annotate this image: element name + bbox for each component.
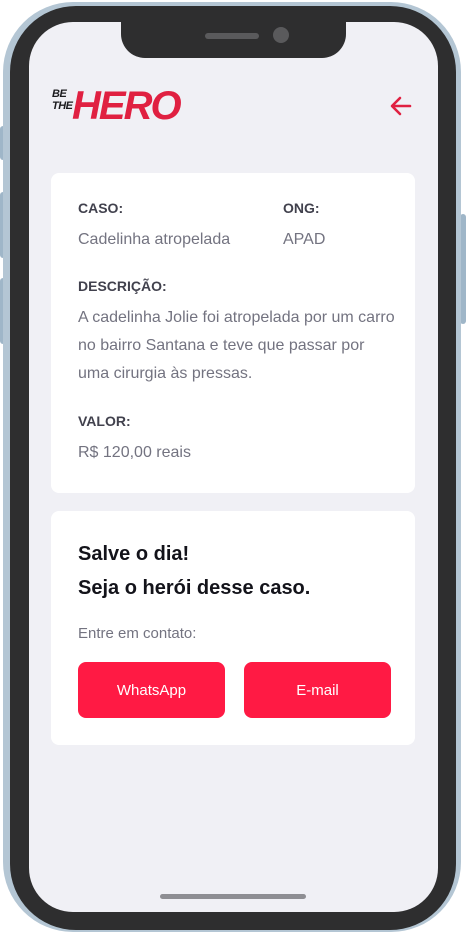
contact-card: Salve o dia! Seja o herói desse caso. En… — [51, 511, 415, 745]
logo-small-text: BE THE — [52, 88, 73, 112]
speaker — [205, 33, 259, 39]
notch — [121, 22, 346, 58]
description-value: A cadelinha Jolie foi atropelada por um … — [78, 309, 395, 382]
incident-card: CASO: Cadelinha atropelada ONG: APAD DES… — [51, 173, 415, 493]
arrow-left-icon — [390, 96, 412, 116]
phone-mockup: BE THE HERO CASO: Cadelinha atropelada O… — [0, 0, 466, 936]
back-button[interactable] — [388, 93, 414, 119]
description-label: DESCRIÇÃO: — [78, 278, 167, 294]
camera — [273, 27, 289, 43]
logo-big-text: HERO — [72, 84, 182, 128]
value-amount: R$ 120,00 reais — [78, 444, 191, 461]
case-label: CASO: — [78, 200, 124, 216]
be-the-hero-logo: BE THE HERO — [52, 84, 182, 128]
value-label: VALOR: — [78, 413, 131, 429]
email-button[interactable]: E-mail — [244, 662, 391, 718]
home-indicator — [160, 894, 306, 899]
case-value: Cadelinha atropelada — [78, 231, 231, 248]
ong-value: APAD — [283, 231, 326, 248]
contact-title-line1: Salve o dia! — [78, 543, 190, 565]
ong-label: ONG: — [283, 200, 320, 216]
whatsapp-button[interactable]: WhatsApp — [78, 662, 225, 718]
contact-title-line2: Seja o herói desse caso. — [78, 577, 311, 599]
contact-prompt: Entre em contato: — [78, 625, 197, 642]
